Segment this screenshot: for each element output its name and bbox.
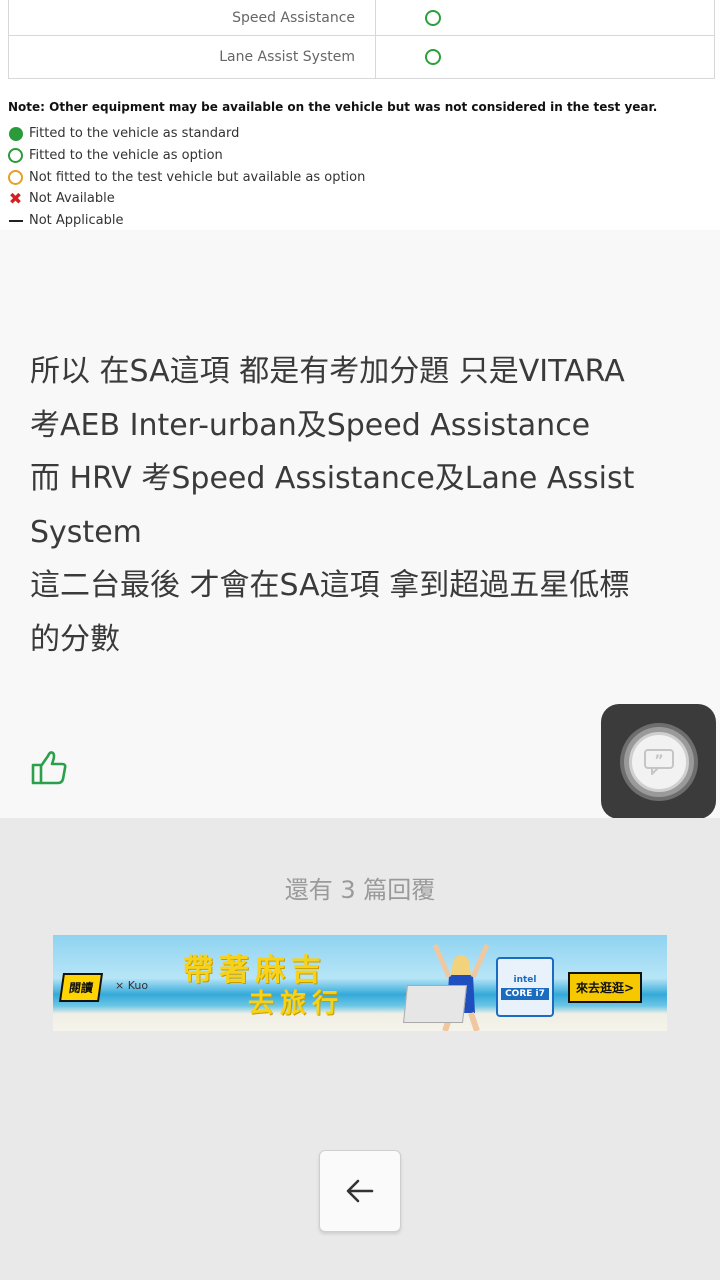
banner-partner-logo: × Kuo xyxy=(115,979,149,992)
legend-label: Fitted to the vehicle as option xyxy=(29,148,223,164)
legend-label: Fitted to the vehicle as standard xyxy=(29,126,240,142)
back-button[interactable] xyxy=(319,1150,401,1232)
legend-item: Fitted to the vehicle as option xyxy=(7,145,365,167)
equipment-status-cell xyxy=(376,36,714,78)
like-button[interactable] xyxy=(30,748,70,786)
equipment-table: Speed Assistance Lane Assist System xyxy=(8,0,715,79)
legend-item: Fitted to the vehicle as standard xyxy=(7,123,365,145)
equipment-name: Speed Assistance xyxy=(9,0,376,35)
legend-item: Not Applicable xyxy=(7,210,365,232)
filled-green-circle-icon xyxy=(8,126,23,141)
float-ring: ” xyxy=(623,726,694,797)
quote-icon: ” xyxy=(628,731,689,792)
ad-banner[interactable]: 閱讀 × Kuo 帶著麻吉 去旅行 intel CORE i7 來去逛逛> xyxy=(53,935,667,1031)
legend-label: Not fitted to the test vehicle but avail… xyxy=(29,169,366,185)
banner-cta-button[interactable]: 來去逛逛> xyxy=(568,972,643,1003)
table-row: Lane Assist System xyxy=(9,35,714,78)
post-line: 考AEB Inter-urban及Speed Assistance xyxy=(30,407,591,443)
post-line: 所以 在SA這項 都是有考加分題 只是VITARA xyxy=(30,354,625,389)
intel-core: CORE i7 xyxy=(501,987,549,1000)
intel-brand: intel xyxy=(513,974,537,985)
green-ring-icon xyxy=(8,148,23,164)
legend: Fitted to the vehicle as standard Fitted… xyxy=(7,123,365,231)
post-body: 所以 在SA這項 都是有考加分題 只是VITARA 考AEB Inter-urb… xyxy=(30,345,700,666)
equipment-status-cell xyxy=(376,0,714,35)
dash-icon xyxy=(8,219,23,222)
fitted-option-icon xyxy=(425,9,441,26)
banner-logo: 閱讀 xyxy=(58,973,104,1002)
legend-label: Not Available xyxy=(29,191,115,207)
table-note: Note: Other equipment may be available o… xyxy=(8,100,658,114)
svg-text:”: ” xyxy=(654,753,663,769)
laptop-illustration xyxy=(403,985,467,1023)
post-line: System xyxy=(30,514,142,550)
thumbs-up-icon xyxy=(31,751,67,785)
legend-item: Not fitted to the test vehicle but avail… xyxy=(7,166,365,188)
post-line: 的分數 xyxy=(30,621,120,657)
lower-area: 還有 3 篇回覆 閱讀 × Kuo 帶著麻吉 去旅行 intel CORE i7… xyxy=(0,818,720,1280)
banner-slogan: 去旅行 xyxy=(248,989,345,1019)
orange-ring-icon xyxy=(8,169,23,185)
intel-badge: intel CORE i7 xyxy=(496,957,554,1017)
red-x-icon: ✖ xyxy=(8,188,23,208)
more-replies-link[interactable]: 還有 3 篇回覆 xyxy=(0,870,720,905)
floating-quote-button[interactable]: ” xyxy=(601,704,716,819)
fitted-option-icon xyxy=(425,49,441,65)
post-line: 而 HRV 考Speed Assistance及Lane Assist xyxy=(30,461,635,496)
table-row: Speed Assistance xyxy=(9,0,714,35)
arrow-left-icon xyxy=(346,1179,374,1203)
post-line: 這二台最後 才會在SA這項 拿到超過五星低標 xyxy=(30,568,630,603)
equipment-table-image: Speed Assistance Lane Assist System Note… xyxy=(0,0,720,230)
legend-label: Not Applicable xyxy=(29,213,124,229)
legend-item: ✖ Not Available xyxy=(7,188,365,210)
equipment-name: Lane Assist System xyxy=(9,36,376,78)
